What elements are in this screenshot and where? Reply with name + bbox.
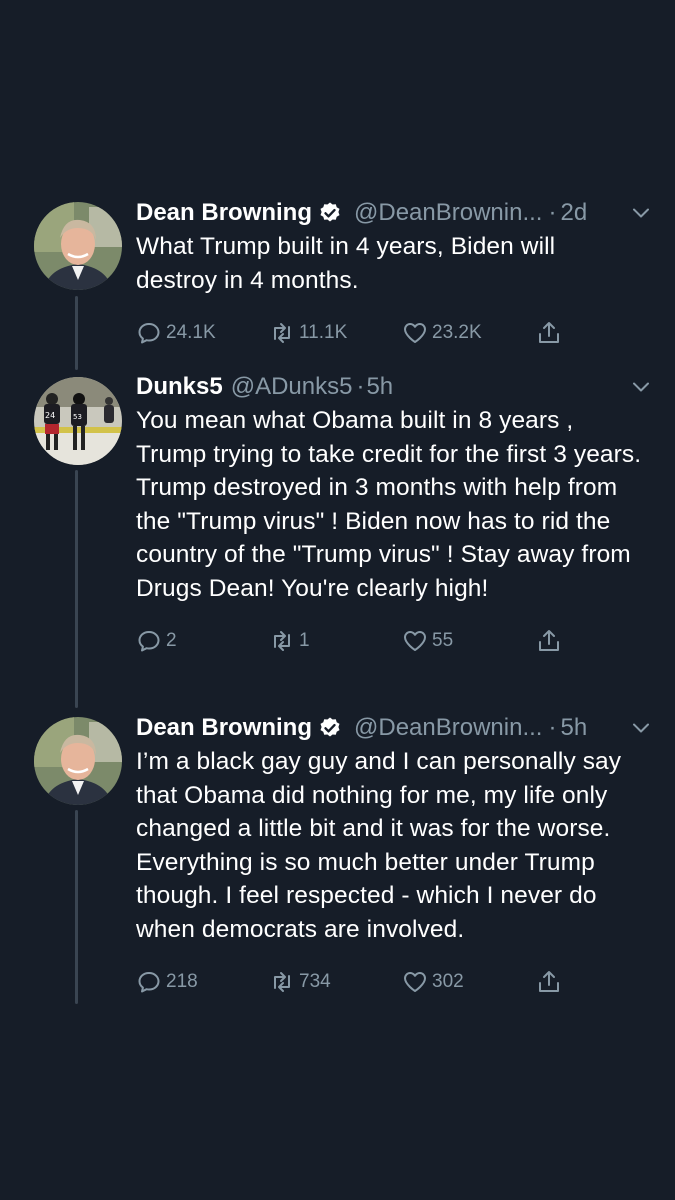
avatar[interactable]: 24 53 [34,377,122,465]
reply-button[interactable]: 24.1K [136,315,216,351]
svg-text:24: 24 [45,411,55,420]
hockey-players-avatar-icon: 24 53 [34,377,122,465]
avatar[interactable] [34,202,122,290]
handle[interactable]: @ADunks5 [231,370,353,404]
share-button[interactable] [536,623,566,659]
separator-dot: · [548,714,557,741]
chevron-down-icon[interactable] [631,377,651,397]
timestamp[interactable]: 5h [560,711,587,745]
retweet-count: 11.1K [299,322,348,343]
handle[interactable]: @DeanBrownin... [354,711,542,745]
like-count: 23.2K [432,322,482,343]
share-button[interactable] [536,964,566,1000]
thread-line-1 [75,296,78,370]
portrait-avatar-icon [34,717,122,805]
retweet-button[interactable]: 734 [269,964,331,1000]
thread-line-3 [75,810,78,1004]
display-name[interactable]: Dunks5 [136,370,223,404]
portrait-avatar-icon [34,202,122,290]
chevron-down-icon[interactable] [631,203,651,223]
reply-icon [138,631,160,652]
reply-count: 24.1K [166,322,216,343]
heart-icon [404,323,426,343]
separator-dot: · [356,373,365,400]
reply-icon [138,323,160,344]
retweet-icon [274,631,290,651]
retweet-button[interactable]: 1 [269,623,310,659]
share-icon [539,971,559,992]
tweet-text: I’m a black gay guy and I can personally… [136,748,622,943]
heart-icon [404,972,426,992]
like-button[interactable]: 23.2K [402,315,482,351]
verified-icon [320,717,340,737]
like-count: 302 [432,971,464,992]
reply-icon [138,972,160,993]
share-icon [539,630,559,651]
thread-line-2 [75,470,78,708]
retweet-count: 1 [299,630,310,651]
reply-count: 2 [166,630,177,651]
display-name[interactable]: Dean Browning [136,711,312,745]
verified-icon [320,202,340,222]
display-name[interactable]: Dean Browning [136,196,312,230]
share-button[interactable] [536,315,566,351]
avatar[interactable] [34,717,122,805]
share-icon [539,322,559,343]
separator-dot: · [548,199,557,226]
like-button[interactable]: 55 [402,623,453,659]
reply-button[interactable]: 2 [136,623,177,659]
svg-text:53: 53 [73,413,82,421]
reply-button[interactable]: 218 [136,964,198,1000]
retweet-icon [274,972,290,992]
retweet-button[interactable]: 11.1K [269,315,347,351]
tweet-text: What Trump built in 4 years, Biden will … [136,233,556,294]
handle[interactable]: @DeanBrownin... [354,196,542,230]
tweet-text: You mean what Obama built in 8 years , T… [136,407,642,602]
like-button[interactable]: 302 [402,964,464,1000]
timestamp[interactable]: 2d [560,196,587,230]
heart-icon [404,631,426,651]
reply-count: 218 [166,971,198,992]
timestamp[interactable]: 5h [366,370,393,404]
retweet-count: 734 [299,971,331,992]
like-count: 55 [432,630,454,651]
chevron-down-icon[interactable] [631,718,651,738]
retweet-icon [274,323,290,343]
